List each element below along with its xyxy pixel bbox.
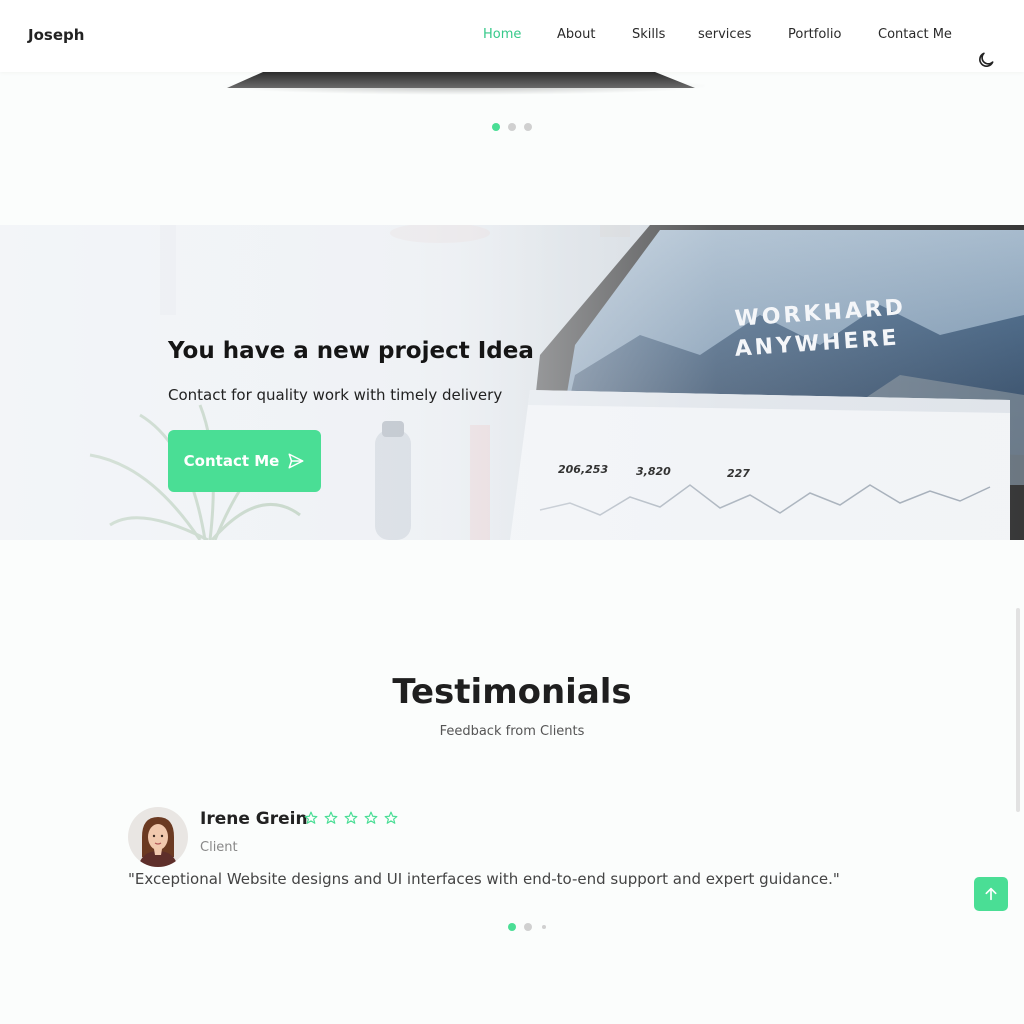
arrow-up-icon xyxy=(985,887,997,901)
moon-icon[interactable] xyxy=(976,50,996,70)
project-banner: WORKHARD ANYWHERE 206,253 3,820 227 You … xyxy=(0,225,1024,540)
star-icon xyxy=(304,811,318,824)
testimonial-dots xyxy=(508,923,546,931)
carousel-dot[interactable] xyxy=(492,123,500,131)
nav-link-home[interactable]: Home xyxy=(483,27,521,42)
screen-stat-3: 227 xyxy=(727,467,750,480)
scroll-to-top-button[interactable] xyxy=(974,877,1008,911)
testimonial-dot[interactable] xyxy=(508,923,516,931)
banner-title: You have a new project Idea xyxy=(168,338,534,364)
star-icon xyxy=(364,811,378,824)
star-icon xyxy=(384,811,398,824)
nav-link-services[interactable]: services xyxy=(698,27,751,42)
testimonial-role: Client xyxy=(200,840,238,855)
screen-stat-2: 3,820 xyxy=(636,465,671,478)
testimonial-name: Irene Grein xyxy=(200,809,308,829)
site-header: Joseph Home About Skills services Portfo… xyxy=(0,0,1024,72)
avatar xyxy=(128,807,188,867)
nav-link-portfolio[interactable]: Portfolio xyxy=(788,27,841,42)
carousel-dot[interactable] xyxy=(508,123,516,131)
screen-line-2: ANYWHERE xyxy=(734,325,900,361)
testimonials-title: Testimonials xyxy=(392,672,632,712)
rating-stars xyxy=(304,811,398,825)
testimonial-dot[interactable] xyxy=(524,923,532,931)
testimonial-dot[interactable] xyxy=(542,925,546,929)
screen-stat-1: 206,253 xyxy=(558,463,608,476)
star-icon xyxy=(324,811,338,824)
testimonial-quote: "Exceptional Website designs and UI inte… xyxy=(128,870,840,888)
testimonials-subtitle: Feedback from Clients xyxy=(439,724,585,739)
nav-link-about[interactable]: About xyxy=(557,27,595,42)
send-icon xyxy=(288,453,304,469)
laptop-screen-text: WORKHARD ANYWHERE 206,253 3,820 227 xyxy=(558,295,907,480)
main-nav: Home About Skills services Portfolio Con… xyxy=(0,27,1024,47)
carousel-dots xyxy=(492,123,532,131)
contact-me-button[interactable]: Contact Me xyxy=(168,430,321,492)
nav-link-skills[interactable]: Skills xyxy=(632,27,665,42)
contact-me-label: Contact Me xyxy=(183,452,280,470)
carousel-dot[interactable] xyxy=(524,123,532,131)
nav-link-contact[interactable]: Contact Me xyxy=(878,27,952,42)
banner-subtitle: Contact for quality work with timely del… xyxy=(168,386,503,404)
star-icon xyxy=(344,811,358,824)
